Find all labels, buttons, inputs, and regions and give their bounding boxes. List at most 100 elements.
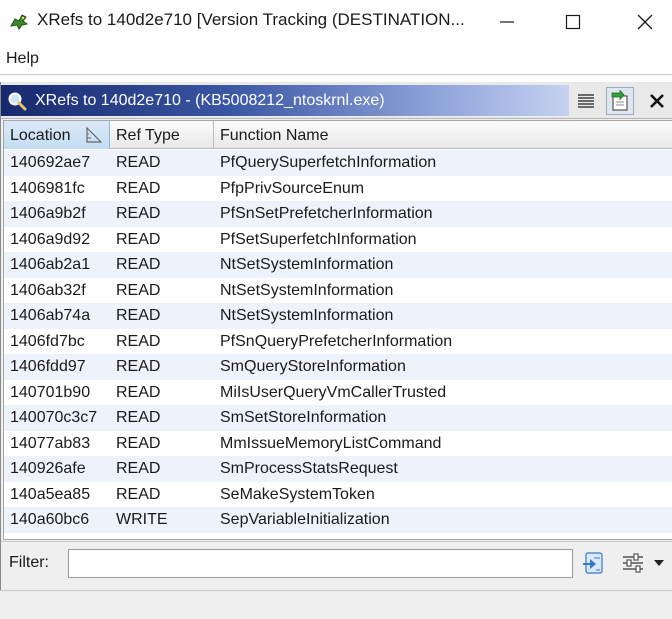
- menu-help[interactable]: Help: [6, 50, 39, 68]
- cell-location: 1406ab2a1: [10, 256, 91, 273]
- xrefs-table: Location Ref Type Function Name 140692ae…: [3, 120, 672, 540]
- column-header-function-name[interactable]: Function Name: [214, 121, 672, 149]
- panel-title-tab[interactable]: XRefs to 140d2e710 - (KB5008212_ntoskrnl…: [1, 85, 569, 116]
- table-row[interactable]: 14077ab83 READ MmIssueMemoryListCommand: [4, 431, 672, 457]
- cell-location: 1406a9d92: [10, 230, 91, 248]
- table-row[interactable]: 1406981fc READ PfpPrivSourceEnum: [4, 176, 672, 202]
- table-row[interactable]: 1406fdd97 READ SmQueryStoreInformation: [4, 354, 672, 380]
- panel-title: XRefs to 140d2e710 - (KB5008212_ntoskrnl…: [35, 92, 385, 109]
- dragon-icon: [10, 14, 29, 30]
- navigate-icon: [611, 90, 628, 111]
- cell-ref-type: READ: [116, 434, 161, 452]
- table-row[interactable]: 1406a9b2f READ PfSnSetPrefetcherInformatio…: [4, 201, 672, 227]
- cell-ref-type: READ: [116, 383, 161, 401]
- cell-ref-type: READ: [116, 332, 161, 350]
- title-bar: XRefs to 140d2e710 [Version Tracking (DE…: [0, 0, 672, 44]
- cell-function-name: MiIsUserQueryVmCallerTrusted: [220, 383, 447, 401]
- cell-function-name: PfQuerySuperfetchInformation: [220, 154, 437, 171]
- xrefs-panel: XRefs to 140d2e710 - (KB5008212_ntoskrnl…: [0, 82, 672, 590]
- cell-location: 1406a9b2f: [10, 205, 86, 222]
- minimize-icon: [500, 21, 514, 23]
- table-row[interactable]: 140926afe READ SmProcessStatsRequest: [4, 456, 672, 482]
- menu-bar: Help: [0, 44, 672, 74]
- cell-location: 140692ae7: [10, 154, 91, 171]
- cell-ref-type: READ: [116, 179, 161, 197]
- cell-location: 1406fd7bc: [10, 332, 85, 350]
- cell-ref-type: READ: [116, 256, 161, 273]
- cell-function-name: NtSetSystemInformation: [220, 281, 394, 299]
- cell-ref-type: READ: [116, 281, 161, 299]
- filter-label: Filter:: [9, 554, 49, 571]
- close-icon: [637, 14, 653, 30]
- cell-location: 1406fdd97: [10, 358, 86, 375]
- cell-location: 140926afe: [10, 460, 86, 477]
- navigate-button[interactable]: [606, 87, 634, 115]
- close-panel-button[interactable]: [643, 87, 671, 115]
- table-row[interactable]: 140692ae7 READ PfQuerySuperfetchInformatio…: [4, 150, 672, 176]
- cell-function-name: PfSetSuperfetchInformation: [220, 230, 417, 248]
- table-row[interactable]: 140a60bc6 WRITE SepVariableInitialization: [4, 507, 672, 533]
- table-body: 140692ae7 READ PfQuerySuperfetchInformatio…: [4, 150, 672, 533]
- cell-location: 140070c3c7: [10, 409, 98, 426]
- close-window-button[interactable]: [622, 0, 668, 44]
- filter-apply-button[interactable]: [581, 550, 607, 576]
- cell-ref-type: READ: [116, 358, 161, 375]
- filter-options-icon: [623, 553, 664, 573]
- cell-function-name: SepVariableInitialization: [220, 511, 390, 528]
- cell-ref-type: READ: [116, 307, 161, 324]
- cell-ref-type: READ: [116, 485, 161, 503]
- maximize-button[interactable]: [550, 0, 596, 44]
- cell-location: 1406ab74a: [10, 307, 91, 324]
- cell-function-name: NtSetSystemInformation: [220, 307, 394, 324]
- table-row[interactable]: 1406ab74a READ NtSetSystemInformation: [4, 303, 672, 329]
- magnifier-icon: [8, 92, 27, 111]
- minimize-button[interactable]: [484, 0, 530, 44]
- cell-ref-type: READ: [116, 154, 161, 171]
- table-row[interactable]: 140a5ea85 READ SeMakeSystemToken: [4, 482, 672, 508]
- list-icon: [578, 94, 594, 108]
- table-header: Location Ref Type Function Name: [4, 121, 672, 149]
- cell-location: 140a5ea85: [10, 485, 91, 503]
- menu-divider: [0, 74, 672, 75]
- cell-function-name: PfSnSetPrefetcherInformation: [220, 205, 433, 222]
- table-row[interactable]: 1406ab32f READ NtSetSystemInformation: [4, 278, 672, 304]
- column-label: Ref Type: [116, 127, 180, 144]
- status-bar: [0, 590, 672, 619]
- filter-input[interactable]: [68, 549, 573, 578]
- filter-bar: Filter:: [1, 541, 672, 583]
- cell-ref-type: READ: [116, 460, 161, 477]
- cell-location: 140a60bc6: [10, 511, 90, 528]
- cell-ref-type: READ: [116, 230, 161, 248]
- table-row[interactable]: 1406fd7bc READ PfSnQueryPrefetcherInformat…: [4, 329, 672, 355]
- maximize-icon: [565, 14, 581, 30]
- panel-header: XRefs to 140d2e710 - (KB5008212_ntoskrnl…: [1, 82, 672, 119]
- column-label: Location: [10, 127, 71, 144]
- cell-function-name: SeMakeSystemToken: [220, 485, 375, 503]
- table-row[interactable]: 1406a9d92 READ PfSetSuperfetchInformation: [4, 227, 672, 253]
- cell-function-name: SmSetStoreInformation: [220, 409, 387, 426]
- cell-function-name: MmIssueMemoryListCommand: [220, 434, 442, 452]
- cell-location: 140701b90: [10, 383, 91, 401]
- cell-location: 1406ab32f: [10, 281, 86, 299]
- cell-ref-type: READ: [116, 409, 161, 426]
- table-row[interactable]: 140701b90 READ MiIsUserQueryVmCallerTruste…: [4, 380, 672, 406]
- column-header-location[interactable]: Location: [4, 121, 110, 149]
- table-row[interactable]: 140070c3c7 READ SmSetStoreInformation: [4, 405, 672, 431]
- list-view-button[interactable]: [572, 87, 600, 115]
- filter-options-button[interactable]: [619, 550, 667, 576]
- cell-ref-type: WRITE: [116, 511, 168, 528]
- cell-location: 1406981fc: [10, 179, 85, 197]
- filter-apply-icon: [583, 552, 603, 574]
- sort-ascending-icon: [86, 126, 103, 143]
- cell-location: 14077ab83: [10, 434, 91, 452]
- table-row[interactable]: 1406ab2a1 READ NtSetSystemInformation: [4, 252, 672, 278]
- column-label: Function Name: [220, 127, 329, 144]
- close-x-icon: [650, 94, 664, 108]
- window-title: XRefs to 140d2e710 [Version Tracking (DE…: [37, 10, 465, 29]
- cell-function-name: SmProcessStatsRequest: [220, 460, 398, 477]
- column-header-ref-type[interactable]: Ref Type: [110, 121, 214, 149]
- cell-function-name: SmQueryStoreInformation: [220, 358, 406, 375]
- cell-function-name: PfSnQueryPrefetcherInformation: [220, 332, 453, 350]
- cell-ref-type: READ: [116, 205, 161, 222]
- cell-function-name: PfpPrivSourceEnum: [220, 179, 365, 197]
